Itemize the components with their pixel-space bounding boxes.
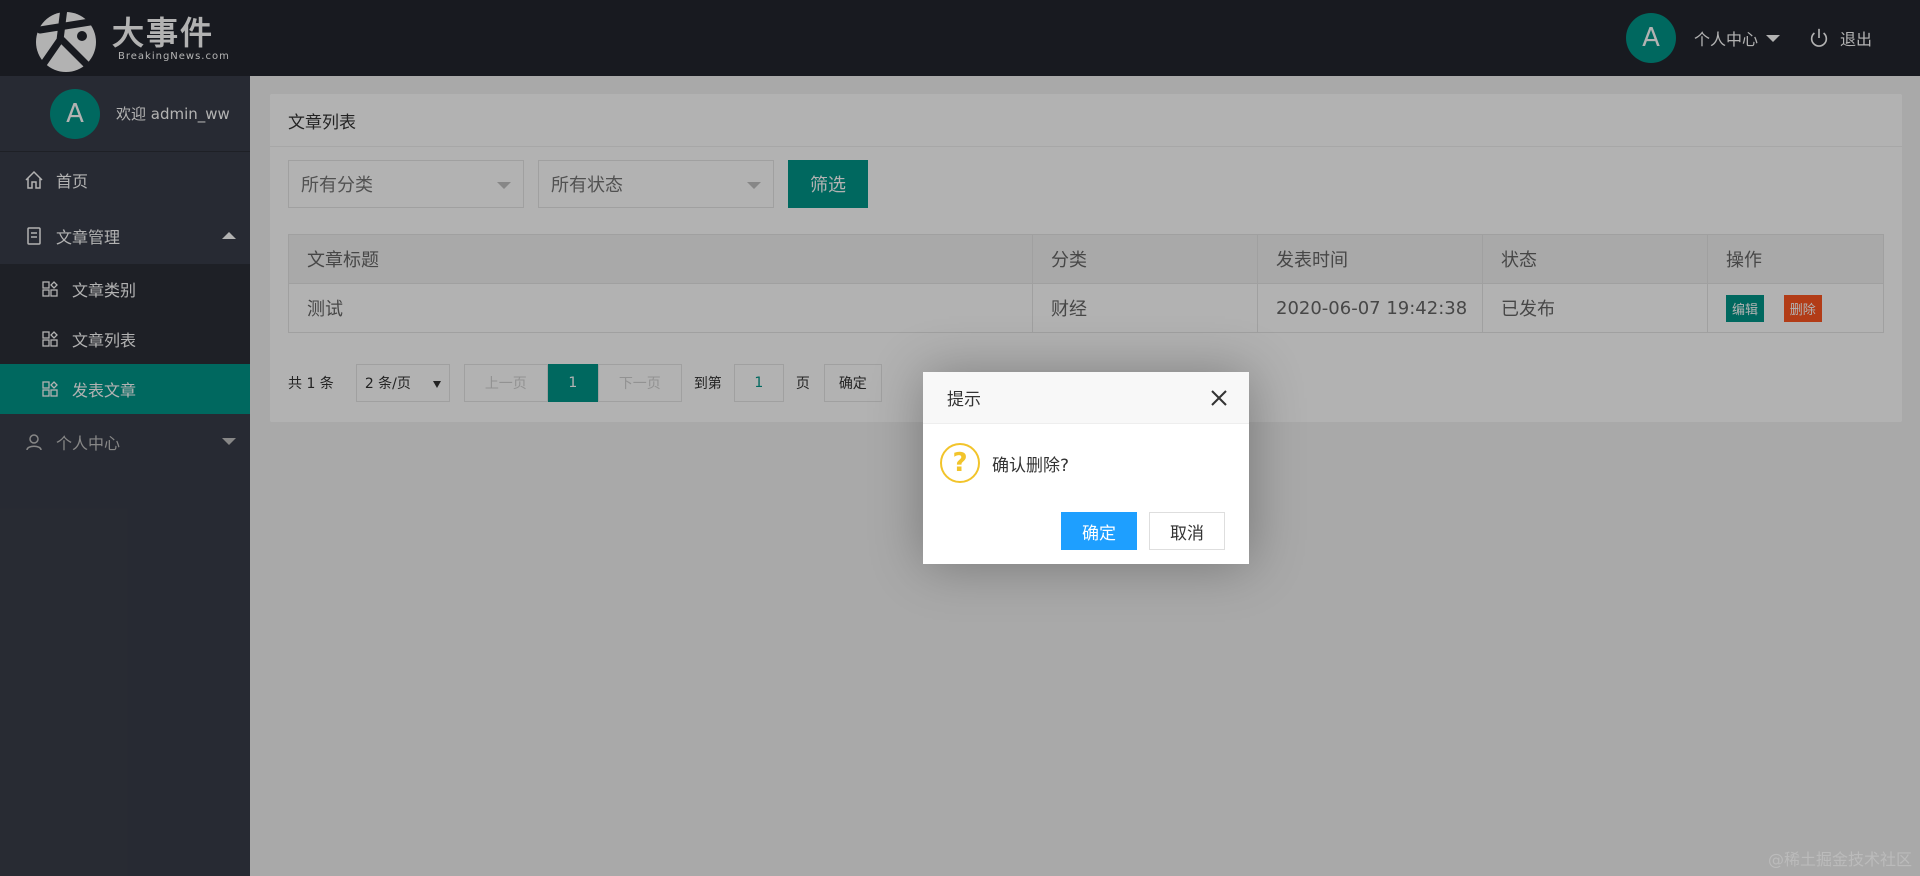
confirm-button[interactable]: 确定 [1061,512,1137,550]
cancel-button[interactable]: 取消 [1149,512,1225,550]
question-icon: ? [940,443,980,483]
dialog-body: ? 确认删除? [923,424,1249,502]
watermark: @稀土掘金技术社区 [1767,850,1912,869]
dialog-title: 提示 [947,390,981,410]
dialog-footer: 确定 取消 [1061,512,1225,550]
close-icon[interactable] [1209,388,1229,408]
dialog-header: 提示 [923,372,1249,424]
confirm-dialog: 提示 ? 确认删除? 确定 取消 [923,372,1249,564]
dialog-message: 确认删除? [992,455,1070,476]
